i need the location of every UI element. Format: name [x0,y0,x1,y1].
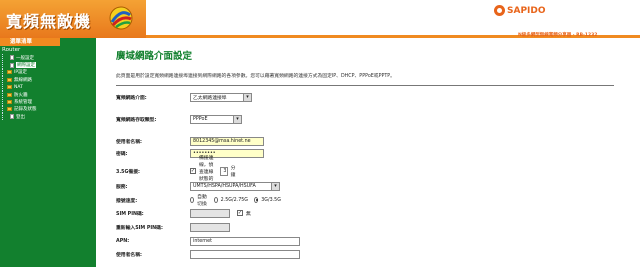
folder-icon [7,85,12,90]
speed-radio-label: 2.5G/2.75G [220,197,249,203]
sidebar-item[interactable]: 防火牆 [0,91,96,99]
sidebar-item[interactable]: 登出 [0,113,96,121]
brand-name: SAPIDO [507,5,546,16]
sidebar-item[interactable]: 一般設定 [0,54,96,62]
chevron-down-icon: ▾ [271,182,279,190]
brand-logo: SAPIDO [494,5,546,16]
connect-speed-label: 撥號速度: [116,198,138,204]
sidebar-item[interactable]: 無線網路 [0,76,96,84]
wan-interface-label: 寬頻網路介面: [116,95,147,101]
tree-connector [2,68,6,76]
page-icon [10,114,14,120]
backup-3g-checkbox[interactable] [190,168,196,174]
sidebar-item[interactable]: 網際設定 [0,61,96,69]
username-label: 使用者名稱: [116,139,142,145]
chevron-down-icon: ▾ [243,93,251,101]
tree-connector [2,76,6,84]
brand-mark-icon [494,5,505,16]
sidebar-item-label: 登出 [16,114,25,120]
banner-right: SAPIDO N級多網型無線寬頻分享器 · RB-1232 [146,0,640,38]
sim-pin-none-label: 無 [246,211,251,217]
sidebar-item-label: IP設定 [14,70,28,76]
banner: 寬頻無敵機 [0,0,146,38]
folder-icon [7,77,12,82]
tree-connector [2,54,6,62]
chevron-down-icon: ▾ [233,115,241,123]
service-select[interactable]: UMTS/HSPA/HSUPA/HSUFA ▾ [190,181,280,191]
backup-3g-label: 3.5G備援: [116,169,140,175]
password-label: 密碼: [116,151,128,157]
service-label: 服務: [116,184,128,190]
sidebar-item-label: 防火牆 [14,92,28,98]
folder-icon [7,100,12,105]
sidebar-item-label: 無線網路 [14,77,32,83]
folder-icon [7,70,12,75]
wan-interface-select[interactable]: 乙太網路連接埠 ▾ [190,92,252,102]
speed-radio[interactable] [213,197,218,203]
main-content: 廣域網路介面設定 此頁面是用於設定寬頻網路連接埠連接到網際網路的各項參數。您可以… [96,38,640,267]
speed-radio-label: 自動切換 [197,195,207,207]
backup-minutes-unit: 分鐘 [230,166,236,178]
folder-icon [7,92,12,97]
apn-input[interactable]: internet [190,236,300,246]
tree-connector [2,61,6,69]
username-input[interactable]: 8012345@msa.hinet.ne [190,136,264,146]
sim-pin-label: SIM PIN碼: [116,211,144,217]
speed-radio[interactable] [190,197,195,203]
tree-connector [2,91,6,99]
sim-pin-none-checkbox[interactable] [237,210,243,216]
sim-pin-confirm-label: 重新輸入SIM PIN碼: [116,225,163,231]
divider [116,85,614,86]
banner-title: 寬頻無敵機 [6,12,92,31]
backup-minutes-input[interactable]: 3 [220,166,228,176]
tree-connector [2,105,6,113]
speed-radio-label: 3G/3.5G [261,197,281,203]
page-title: 廣域網路介面設定 [116,51,193,62]
page-icon [10,62,14,68]
sidebar-item-label: 網際設定 [16,62,36,69]
sidebar-item-label: 記錄及狀態 [14,107,37,113]
sidebar: 選單清單 Router 一般設定 網際設定 IP設定 無線網路 NAT 防火牆系統管理 記錄… [0,38,96,267]
sidebar-item[interactable]: 系統管理 [0,98,96,106]
sim-pin-input[interactable] [190,208,230,218]
sim-pin-confirm-input[interactable] [190,222,230,232]
tree-root-router[interactable]: Router [0,47,96,54]
speed-radio[interactable] [254,197,259,203]
sidebar-item-label: 系統管理 [14,100,32,106]
sidebar-item[interactable]: IP設定 [0,68,96,76]
nav-tree: Router 一般設定 網際設定 IP設定 無線網路 NAT 防火牆系統管理 記錄及狀態 登出 [0,47,96,121]
apn-username-input[interactable] [190,249,300,259]
sidebar-item[interactable]: NAT [0,83,96,91]
tree-connector [2,83,6,91]
logo-ball-icon [109,6,133,30]
wan-type-select[interactable]: PPPoE ▾ [190,114,242,124]
tree-connector [2,98,6,106]
apn-label: APN: [116,238,130,244]
tree-connector [2,113,6,121]
wan-type-label: 寬頻網路存取類型: [116,117,157,123]
sidebar-item[interactable]: 記錄及狀態 [0,105,96,113]
sidebar-item-label: NAT [14,84,23,90]
page-description: 此頁面是用於設定寬頻網路連接埠連接到網際網路的各項參數。您可以藉著寬頻網路的連接… [116,74,395,79]
apn-username-label: 使用者名稱: [116,252,142,258]
sidebar-item-label: 一般設定 [16,55,34,61]
page-icon [10,55,14,61]
menu-tab[interactable]: 選單清單 [0,38,60,46]
folder-icon [7,107,12,112]
